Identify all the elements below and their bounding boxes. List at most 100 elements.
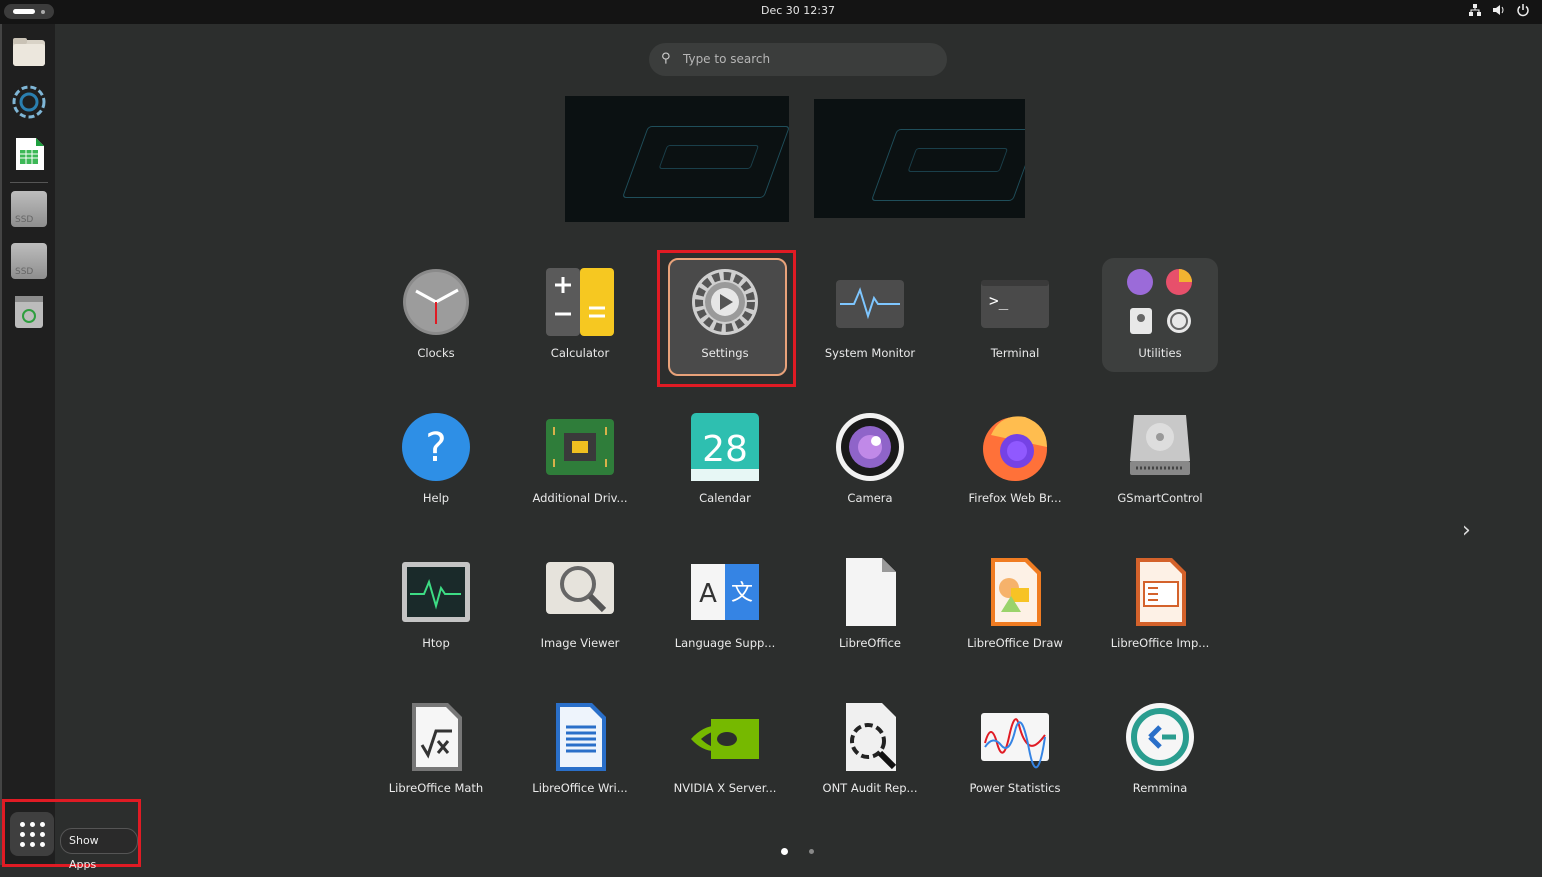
app-remmina[interactable]: Remmina bbox=[1090, 693, 1230, 813]
dash-separator bbox=[10, 182, 48, 183]
search-icon: ⚲ bbox=[661, 51, 671, 66]
app-label: LibreOffice Draw bbox=[967, 636, 1063, 650]
app-firefox[interactable]: Firefox Web Br... bbox=[945, 403, 1085, 523]
volume-icon bbox=[1493, 5, 1504, 15]
search-placeholder: Type to search bbox=[683, 52, 771, 66]
workspace-thumbnail[interactable] bbox=[814, 99, 1025, 218]
camera-icon bbox=[836, 413, 904, 481]
ssd-label: SSD bbox=[15, 267, 34, 277]
app-label: Terminal bbox=[990, 346, 1040, 360]
app-label: Remmina bbox=[1132, 781, 1188, 795]
app-label: Firefox Web Br... bbox=[968, 491, 1062, 505]
svg-text:28: 28 bbox=[702, 429, 748, 470]
app-camera[interactable]: Camera bbox=[800, 403, 940, 523]
page-indicator-active[interactable] bbox=[781, 848, 788, 855]
next-page-chevron-icon[interactable]: › bbox=[1462, 518, 1471, 543]
power-statistics-icon bbox=[981, 713, 1049, 769]
app-image-viewer[interactable]: Image Viewer bbox=[510, 548, 650, 668]
app-nvidia-settings[interactable]: NVIDIA X Server... bbox=[655, 693, 795, 813]
libreoffice-calc-icon[interactable] bbox=[11, 136, 47, 172]
svg-text:>_: >_ bbox=[989, 291, 1009, 310]
files-icon[interactable] bbox=[11, 34, 47, 70]
app-libreoffice-impress[interactable]: LibreOffice Imp... bbox=[1090, 548, 1230, 668]
calendar-icon: 28 bbox=[691, 413, 759, 481]
nvidia-icon bbox=[691, 719, 759, 759]
language-icon: A文 bbox=[691, 564, 759, 620]
libreoffice-impress-icon bbox=[1136, 558, 1186, 626]
show-apps-button[interactable] bbox=[10, 812, 54, 856]
show-apps-highlight: Show Apps bbox=[2, 799, 141, 871]
htop-icon bbox=[402, 562, 470, 622]
app-calculator[interactable]: Calculator bbox=[510, 258, 650, 378]
trash-icon[interactable] bbox=[11, 294, 47, 330]
app-label: Settings bbox=[701, 346, 749, 360]
app-label: LibreOffice Wri... bbox=[532, 781, 628, 795]
aperture-app-icon[interactable] bbox=[11, 84, 47, 120]
app-label: Power Statistics bbox=[969, 781, 1061, 795]
app-label: System Monitor bbox=[824, 346, 916, 360]
libreoffice-writer-icon bbox=[556, 703, 606, 771]
ont-audit-icon bbox=[846, 703, 897, 771]
app-settings[interactable]: Settings bbox=[655, 258, 795, 378]
libreoffice-draw-icon bbox=[991, 558, 1041, 626]
app-label: Calculator bbox=[550, 346, 610, 360]
app-label: Help bbox=[422, 491, 450, 505]
app-system-monitor[interactable]: System Monitor bbox=[800, 258, 940, 378]
libreoffice-icon bbox=[846, 558, 896, 626]
chip-icon bbox=[546, 419, 614, 475]
system-monitor-icon bbox=[836, 280, 904, 328]
app-label: LibreOffice bbox=[838, 636, 902, 650]
help-icon: ? bbox=[402, 413, 470, 481]
show-apps-tooltip: Show Apps bbox=[60, 828, 138, 871]
app-label: Clocks bbox=[417, 346, 455, 360]
search-input[interactable]: ⚲ Type to search bbox=[649, 43, 947, 76]
app-libreoffice-draw[interactable]: LibreOffice Draw bbox=[945, 548, 1085, 668]
workspace-thumbnail[interactable] bbox=[565, 96, 789, 222]
gear-icon bbox=[692, 269, 758, 335]
app-power-statistics[interactable]: Power Statistics bbox=[945, 693, 1085, 813]
app-folder-utilities[interactable]: Utilities bbox=[1090, 258, 1230, 378]
app-terminal[interactable]: >_ Terminal bbox=[945, 258, 1085, 378]
app-label: Language Supp... bbox=[674, 636, 776, 650]
utilities-folder-icon bbox=[1127, 269, 1192, 334]
hard-drive-icon bbox=[1130, 415, 1190, 475]
app-libreoffice-writer[interactable]: LibreOffice Wri... bbox=[510, 693, 650, 813]
app-additional-drivers[interactable]: Additional Driv... bbox=[510, 403, 650, 523]
svg-text:文: 文 bbox=[731, 581, 753, 606]
app-label: LibreOffice Imp... bbox=[1110, 636, 1210, 650]
app-label: Htop bbox=[422, 636, 450, 650]
system-tray[interactable] bbox=[1468, 3, 1530, 17]
app-label: NVIDIA X Server... bbox=[673, 781, 777, 795]
page-indicator[interactable] bbox=[809, 849, 814, 854]
app-label: ONT Audit Rep... bbox=[822, 781, 918, 795]
app-htop[interactable]: Htop bbox=[366, 548, 506, 668]
power-icon bbox=[1517, 4, 1529, 17]
app-gsmartcontrol[interactable]: GSmartControl bbox=[1090, 403, 1230, 523]
app-ont-audit[interactable]: ONT Audit Rep... bbox=[800, 693, 940, 813]
app-label: Image Viewer bbox=[540, 636, 620, 650]
network-icon bbox=[1469, 4, 1481, 16]
app-label: LibreOffice Math bbox=[388, 781, 484, 795]
svg-text:A: A bbox=[699, 579, 717, 609]
app-label: GSmartControl bbox=[1117, 491, 1203, 505]
app-label: Additional Driv... bbox=[532, 491, 628, 505]
top-bar: Dec 30 12:37 bbox=[0, 0, 1542, 24]
app-libreoffice-math[interactable]: LibreOffice Math bbox=[366, 693, 506, 813]
ssd-label: SSD bbox=[15, 215, 34, 225]
app-libreoffice[interactable]: LibreOffice bbox=[800, 548, 940, 668]
remmina-icon bbox=[1126, 703, 1194, 771]
app-label: Utilities bbox=[1138, 346, 1182, 360]
app-calendar[interactable]: 28 Calendar bbox=[655, 403, 795, 523]
dash: SSD SSD bbox=[0, 24, 55, 865]
ssd-drive-icon[interactable]: SSD bbox=[11, 191, 47, 227]
app-label: Camera bbox=[847, 491, 893, 505]
clock[interactable]: Dec 30 12:37 bbox=[0, 4, 1542, 17]
ssd-drive-icon[interactable]: SSD bbox=[11, 243, 47, 279]
app-language-support[interactable]: A文 Language Supp... bbox=[655, 548, 795, 668]
calculator-icon bbox=[546, 268, 614, 336]
app-label: Calendar bbox=[699, 491, 751, 505]
app-help[interactable]: ? Help bbox=[366, 403, 506, 523]
libreoffice-math-icon bbox=[412, 703, 462, 771]
firefox-icon bbox=[983, 416, 1047, 481]
app-clocks[interactable]: Clocks bbox=[366, 258, 506, 378]
